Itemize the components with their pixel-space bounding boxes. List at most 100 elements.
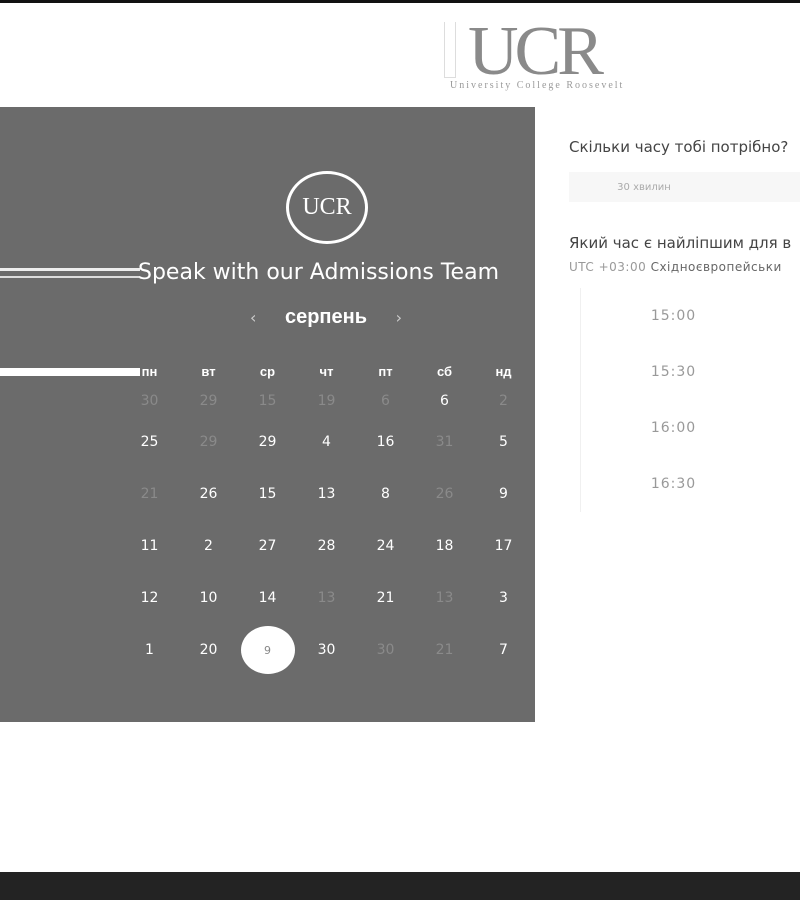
time-slot[interactable]: 16:30: [580, 456, 800, 512]
day-number: 17: [494, 538, 513, 554]
calendar-day[interactable]: 7: [474, 624, 533, 676]
day-number: 24: [376, 538, 395, 554]
day-number: 26: [435, 486, 454, 502]
calendar-day[interactable]: 27: [238, 520, 297, 572]
day-number: 3: [499, 590, 508, 606]
weekday-header: сб: [436, 363, 453, 379]
calendar-day[interactable]: 18: [415, 520, 474, 572]
calendar-day: 29: [179, 416, 238, 468]
calendar-day[interactable]: 30: [297, 624, 356, 676]
day-number: 13: [317, 486, 336, 502]
day-number: 13: [435, 590, 454, 606]
day-number: 16: [376, 434, 395, 450]
calendar-day[interactable]: 28: [297, 520, 356, 572]
weekday-header: чт: [319, 363, 334, 379]
day-number: 11: [140, 538, 159, 554]
logo-subtitle: University College Roosevelt: [450, 80, 625, 91]
day-number: 6: [440, 393, 449, 409]
calendar-day[interactable]: 11: [120, 520, 179, 572]
selected-day[interactable]: 9: [238, 624, 297, 676]
day-number: 6: [381, 393, 390, 409]
calendar-day[interactable]: 26: [179, 468, 238, 520]
day-number: 9: [499, 486, 508, 502]
day-number: 21: [376, 590, 395, 606]
divider: [0, 276, 140, 278]
day-number: 10: [199, 590, 218, 606]
calendar-day[interactable]: 8: [356, 468, 415, 520]
day-number: 27: [258, 538, 277, 554]
calendar-day: 30: [120, 386, 179, 416]
day-number: 21: [435, 642, 454, 658]
calendar-day[interactable]: 4: [297, 416, 356, 468]
day-number: 29: [258, 434, 277, 450]
calendar-day[interactable]: 9: [474, 468, 533, 520]
calendar-day: 19: [297, 386, 356, 416]
weekday-header: пт: [378, 363, 393, 379]
calendar-day[interactable]: 24: [356, 520, 415, 572]
calendar-day[interactable]: 3: [474, 572, 533, 624]
day-number: 18: [435, 538, 454, 554]
calendar-day[interactable]: 16: [356, 416, 415, 468]
prev-month-button[interactable]: ‹: [250, 308, 256, 327]
calendar-day: 26: [415, 468, 474, 520]
divider: [0, 268, 140, 271]
calendar-day[interactable]: 17: [474, 520, 533, 572]
calendar-day[interactable]: 14: [238, 572, 297, 624]
day-number: 30: [376, 642, 395, 658]
day-number: 25: [140, 434, 159, 450]
calendar-day: 31: [415, 416, 474, 468]
footer: [0, 872, 800, 900]
day-number: 29: [199, 393, 218, 409]
calendar-title: Speak with our Admissions Team: [138, 260, 500, 285]
day-number: 21: [140, 486, 159, 502]
calendar-day[interactable]: 29: [238, 416, 297, 468]
calendar-day[interactable]: 2: [179, 520, 238, 572]
time-slot[interactable]: 15:00: [580, 288, 800, 344]
tz-offset: UTC +03:00: [569, 260, 647, 274]
day-number: 7: [499, 642, 508, 658]
calendar-day[interactable]: 12: [120, 572, 179, 624]
calendar-day: 29: [179, 386, 238, 416]
top-bar: [0, 0, 800, 3]
day-number: 30: [140, 393, 159, 409]
calendar-day: 15: [238, 386, 297, 416]
day-number: 19: [317, 393, 336, 409]
day-number: 15: [258, 486, 277, 502]
calendar-day[interactable]: 15: [238, 468, 297, 520]
calendar-day[interactable]: 20: [179, 624, 238, 676]
day-number: 9: [240, 626, 295, 674]
calendar-day[interactable]: 6: [415, 386, 474, 416]
calendar-day[interactable]: 5: [474, 416, 533, 468]
day-number: 15: [258, 393, 277, 409]
day-number: 13: [317, 590, 336, 606]
month-nav: ‹ серпень ›: [250, 306, 402, 329]
calendar-day: 21: [415, 624, 474, 676]
calendar-day[interactable]: 1: [120, 624, 179, 676]
calendar-day: 13: [415, 572, 474, 624]
next-month-button[interactable]: ›: [396, 308, 402, 327]
calendar-day[interactable]: 13: [297, 468, 356, 520]
weekday-header: ср: [259, 363, 276, 379]
ucr-badge: UCR: [286, 171, 368, 244]
day-number: 26: [199, 486, 218, 502]
time-slots: 15:00 15:30 16:00 16:30: [580, 288, 800, 512]
day-number: 2: [204, 538, 213, 554]
duration-select[interactable]: 30 хвилин: [569, 172, 800, 202]
timezone[interactable]: UTC +03:00 Східноєвропейськи: [569, 260, 782, 274]
duration-question: Скільки часу тобі потрібно?: [569, 138, 789, 156]
time-slot[interactable]: 16:00: [580, 400, 800, 456]
month-label: серпень: [284, 306, 368, 328]
calendar-day[interactable]: 10: [179, 572, 238, 624]
calendar-day[interactable]: 21: [356, 572, 415, 624]
day-number: 31: [435, 434, 454, 450]
calendar-grid: пн вт ср чт пт сб нд 30 29 15 19 6 6 2 25 29 29 4 16 31 5 21 2…: [120, 356, 534, 676]
day-number: 29: [199, 434, 218, 450]
day-number: 4: [322, 434, 331, 450]
ucr-logo[interactable]: UCR University College Roosevelt: [438, 13, 638, 94]
calendar-day: 30: [356, 624, 415, 676]
calendar-day: 13: [297, 572, 356, 624]
time-slot[interactable]: 15:30: [580, 344, 800, 400]
day-number: 8: [381, 486, 390, 502]
weekday-header: пн: [141, 363, 158, 379]
calendar-day[interactable]: 25: [120, 416, 179, 468]
